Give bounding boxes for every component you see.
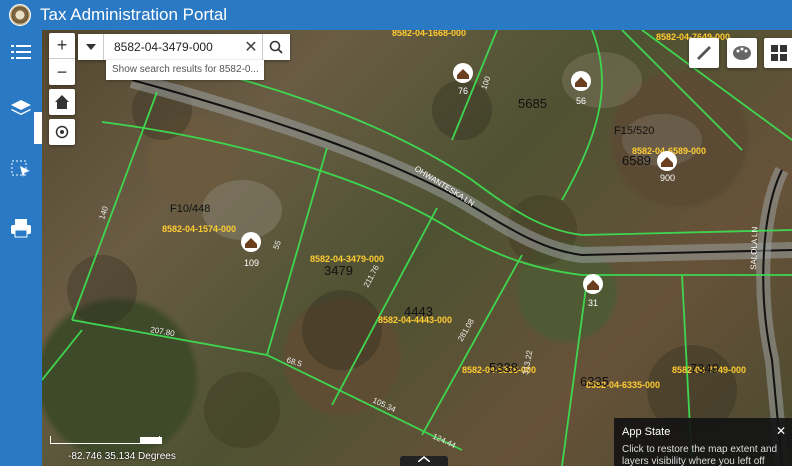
search-input[interactable] [104, 36, 240, 58]
print-icon [11, 219, 31, 238]
home-button[interactable] [49, 89, 75, 115]
ruler-icon [697, 46, 711, 60]
svg-text:31: 31 [588, 298, 598, 308]
lot-number: 6335 [580, 374, 609, 389]
search-widget: ✕ [78, 34, 290, 60]
close-icon[interactable]: ✕ [776, 424, 786, 438]
sidebar [0, 30, 42, 466]
parcel-label: 8582-04-1574-000 [162, 224, 236, 234]
zoom-in-button[interactable]: + [49, 33, 75, 59]
app-state-toast[interactable]: App State Click to restore the map exten… [614, 418, 792, 466]
widgets-button[interactable] [764, 38, 792, 68]
county-seal-logo [9, 4, 31, 26]
map-view[interactable]: OHWANTESKA LN SALOLA LN 8582-04-1574-000… [42, 30, 792, 466]
plat-ref: F10/448 [170, 203, 210, 215]
dimension-label: 281.08 [456, 317, 476, 343]
palette-icon [733, 46, 751, 60]
parcel-label: 8582-04-1668-000 [392, 30, 466, 38]
lot-number: 5685 [518, 96, 547, 111]
map-canvas[interactable]: OHWANTESKA LN SALOLA LN 8582-04-1574-000… [42, 30, 792, 466]
toast-title: App State [622, 426, 671, 438]
search-suggestion[interactable]: Show search results for 8582-0... [106, 60, 264, 80]
zoom-control: + − [49, 33, 75, 85]
scale-bar-label [140, 437, 162, 444]
locate-icon [55, 125, 69, 139]
app-header: Tax Administration Portal [0, 0, 792, 30]
plat-ref: F15/520 [614, 125, 654, 137]
address-pin[interactable]: 31 [583, 274, 603, 308]
chevron-down-icon [85, 44, 96, 50]
lot-number: 6589 [622, 153, 651, 168]
toast-message: Click to restore the map extent and laye… [622, 444, 778, 466]
layers-icon [11, 100, 31, 115]
locate-button[interactable] [49, 119, 75, 145]
app-title: Tax Administration Portal [40, 5, 228, 24]
zoom-out-button[interactable]: − [49, 59, 75, 85]
print-button[interactable] [0, 210, 42, 246]
chevron-up-icon [418, 456, 430, 462]
grid-icon [771, 45, 787, 61]
svg-text:900: 900 [660, 173, 675, 183]
close-icon: ✕ [244, 39, 258, 56]
active-indicator [34, 112, 42, 144]
address-pin[interactable]: 109 [241, 232, 261, 268]
dimension-label: 55 [271, 239, 283, 251]
home-icon [55, 95, 69, 109]
address-pin[interactable]: 900 [657, 151, 677, 183]
clear-search-button[interactable]: ✕ [240, 34, 262, 60]
coordinate-readout: -82.746 35.134 Degrees [68, 451, 176, 462]
svg-text:109: 109 [244, 258, 259, 268]
search-source-dropdown[interactable] [78, 34, 104, 60]
road-label-salola: SALOLA LN [749, 226, 760, 270]
lot-number: 5338 [489, 360, 518, 375]
svg-text:76: 76 [458, 86, 468, 96]
lot-number: 3479 [324, 263, 353, 278]
measure-button[interactable] [689, 38, 719, 68]
search-icon [269, 40, 283, 54]
layer-list-button[interactable] [0, 34, 42, 70]
search-button[interactable] [262, 34, 288, 60]
svg-text:56: 56 [576, 96, 586, 106]
lot-number: 4443 [404, 304, 433, 319]
basemap-button[interactable] [727, 38, 757, 68]
dimension-label: 140 [97, 205, 110, 221]
bottom-panel-toggle[interactable] [400, 456, 448, 466]
dimension-label: 100 [479, 75, 492, 91]
select-icon [11, 160, 30, 177]
select-button[interactable] [0, 150, 42, 186]
dimension-label: 124.44 [431, 432, 457, 451]
dimension-label: 68.5 [285, 355, 303, 369]
list-icon [11, 45, 31, 59]
lot-number: 7349 [690, 361, 719, 376]
dimension-label: 211.76 [362, 263, 381, 289]
